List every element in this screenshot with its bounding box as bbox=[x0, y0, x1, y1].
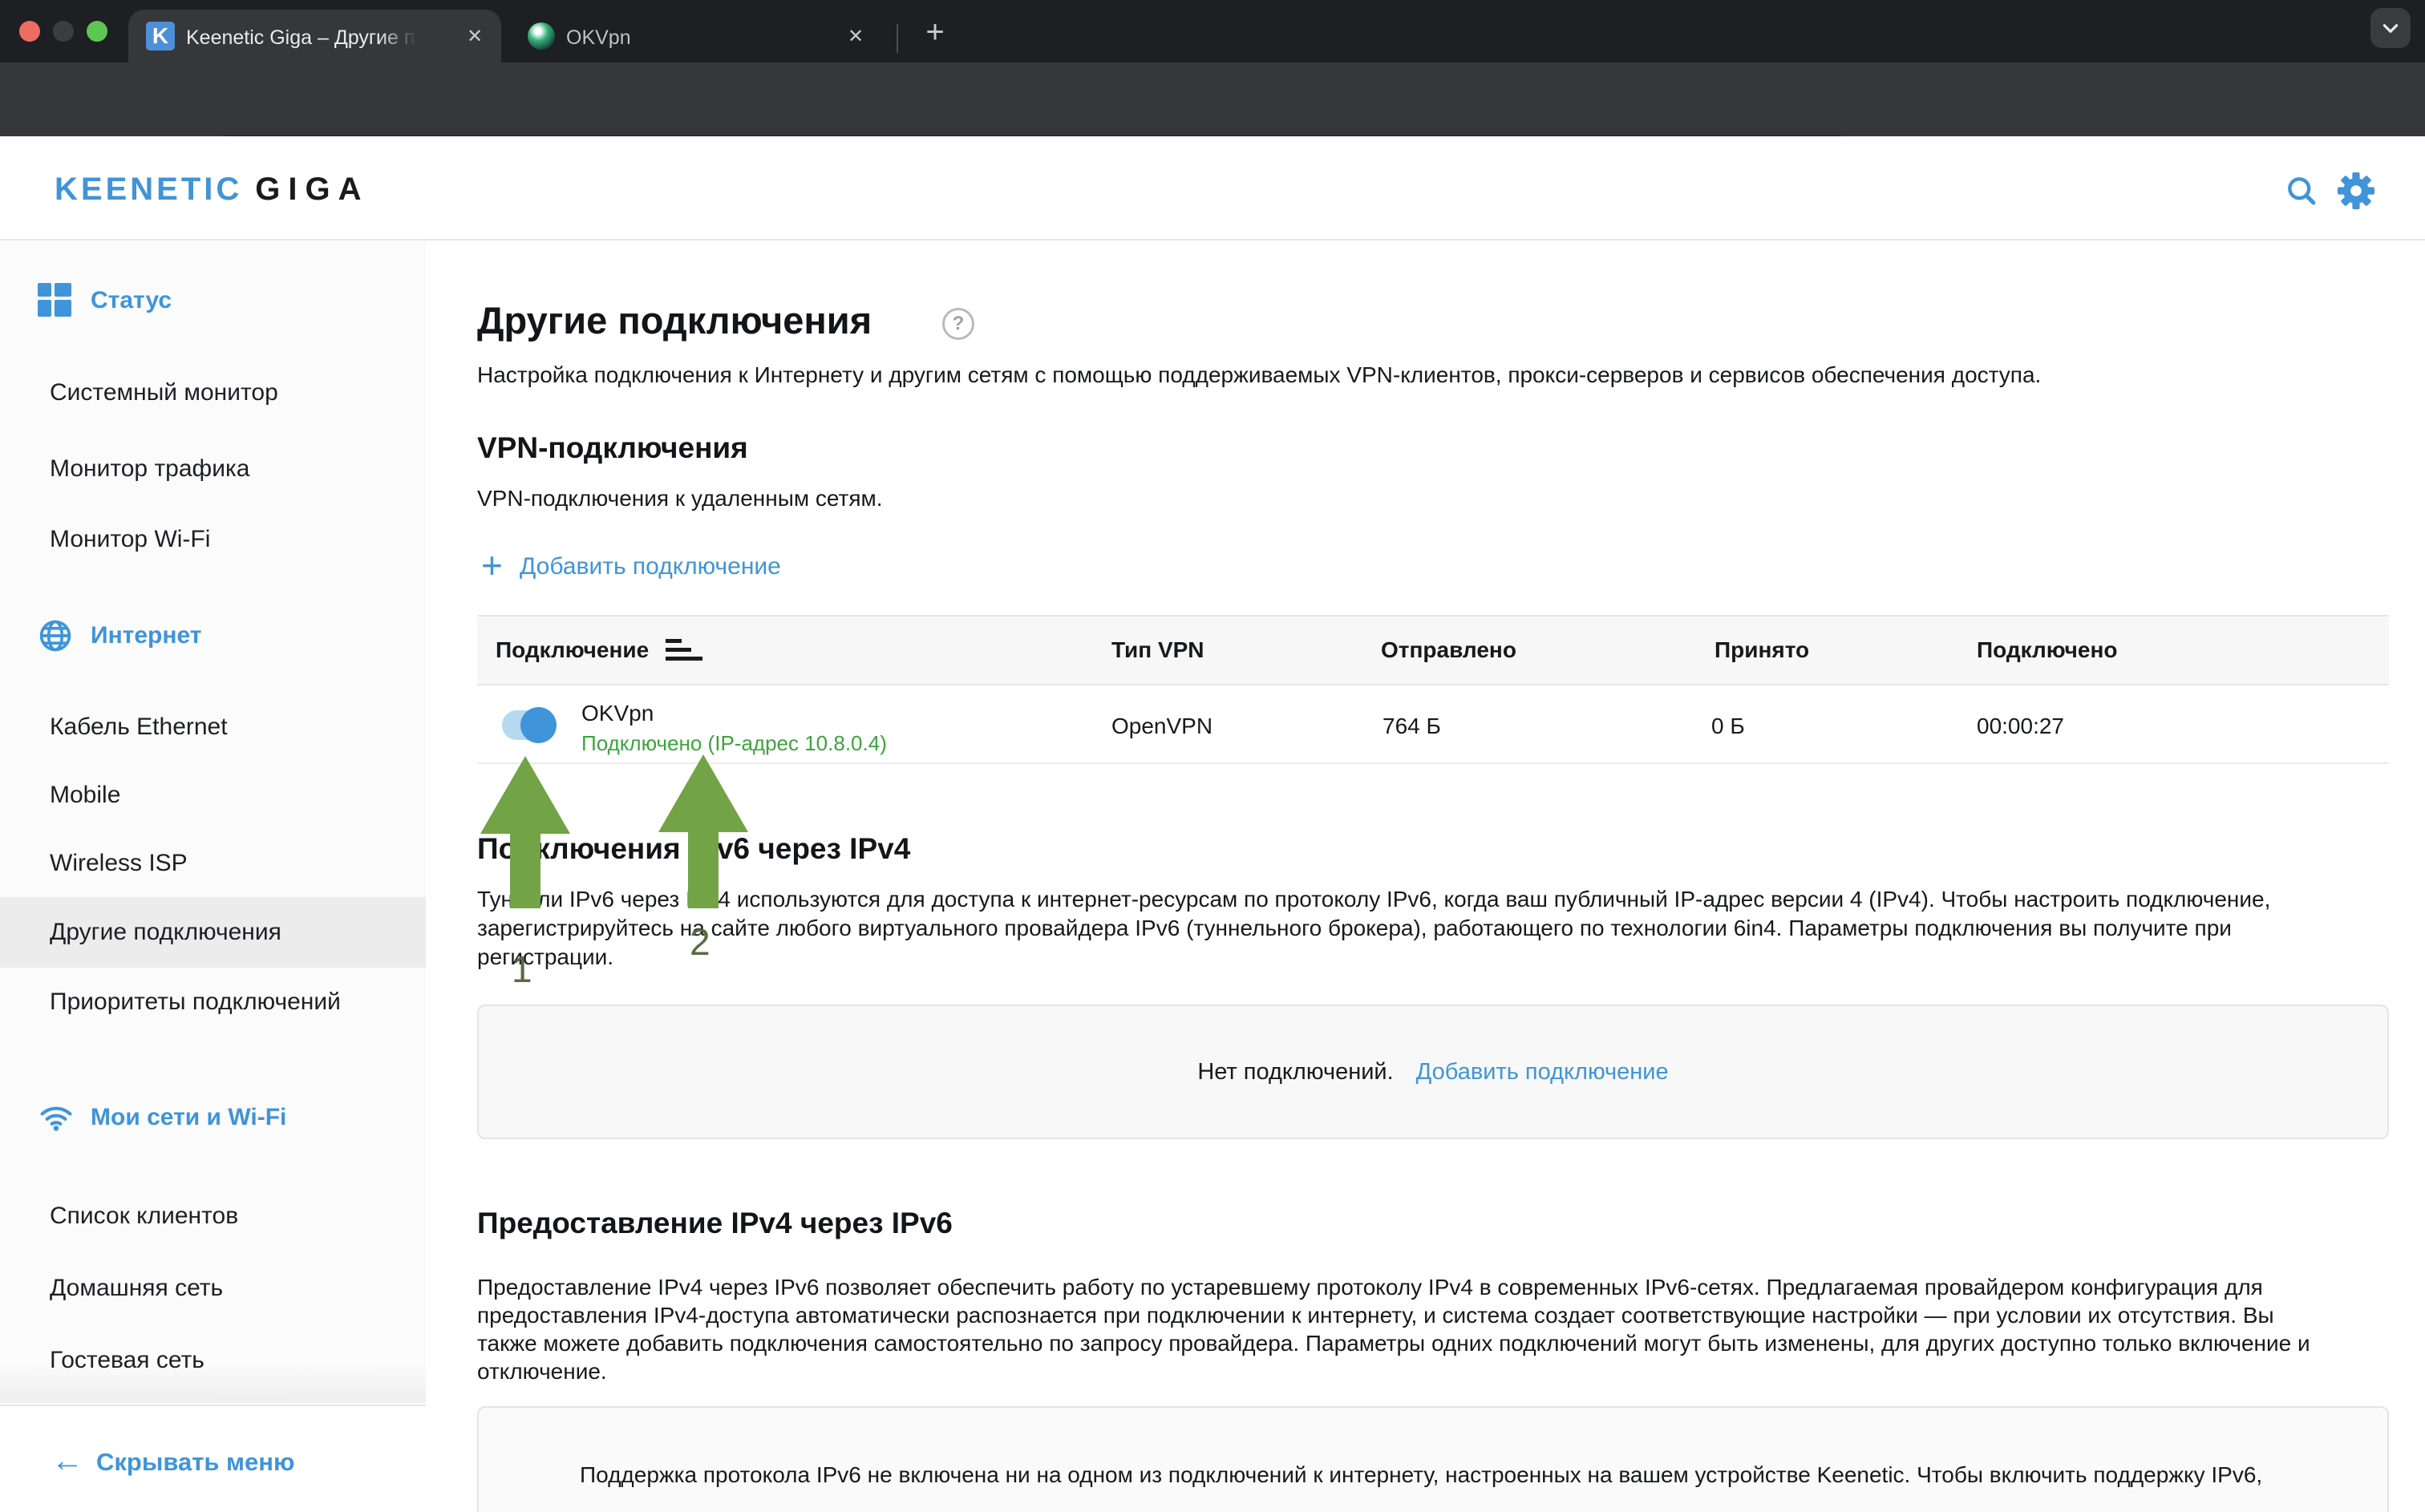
tab-divider bbox=[897, 24, 898, 53]
close-tab-icon[interactable]: ✕ bbox=[844, 24, 868, 48]
column-header-received: Принято bbox=[1715, 637, 1809, 663]
vpn-section-title: VPN-подключения bbox=[477, 431, 748, 465]
empty-state-text: Нет подключений. bbox=[1197, 1059, 1393, 1085]
sidebar-item-connection-priorities[interactable]: Приоритеты подключений bbox=[0, 967, 426, 1037]
annotation-arrow-1 bbox=[480, 756, 570, 834]
received-cell: 0 Б bbox=[1711, 714, 1745, 739]
settings-button[interactable] bbox=[2335, 170, 2377, 212]
sidebar-fade bbox=[0, 1364, 426, 1403]
column-header-vpn-type: Тип VPN bbox=[1111, 637, 1204, 663]
logo-brand: KEENETIC bbox=[55, 172, 242, 207]
toggle-knob bbox=[520, 707, 557, 743]
page-intro: Настройка подключения к Интернету и друг… bbox=[477, 361, 2370, 390]
hide-menu-button[interactable]: ← Скрывать меню bbox=[0, 1405, 426, 1512]
tab-title: OKVpn bbox=[566, 26, 807, 50]
ipv4-section-title: Предоставление IPv4 через IPv6 bbox=[477, 1207, 953, 1240]
add-connection-link[interactable]: Добавить подключение bbox=[520, 553, 781, 580]
ipv4-section-description: Предоставление IPv4 через IPv6 позволяет… bbox=[477, 1273, 2322, 1385]
sidebar-group-label: Мои сети и Wi-Fi bbox=[91, 1104, 286, 1131]
sidebar-group-label: Статус bbox=[91, 287, 172, 314]
sent-cell: 764 Б bbox=[1383, 714, 1441, 739]
tab-search-button[interactable] bbox=[2370, 8, 2411, 48]
chevron-down-icon bbox=[2380, 18, 2401, 38]
vpn-enabled-toggle[interactable] bbox=[502, 710, 555, 740]
browser-tab-strip: K Keenetic Giga – Другие подк ✕ OKVpn ✕ … bbox=[0, 0, 2425, 63]
keenetic-favicon: K bbox=[146, 22, 175, 51]
sidebar-item-other-connections[interactable]: Другие подключения bbox=[0, 897, 426, 968]
screen: K Keenetic Giga – Другие подк ✕ OKVpn ✕ … bbox=[0, 0, 2425, 1512]
keenetic-logo: KEENETIC GIGA bbox=[55, 172, 369, 208]
okvpn-favicon bbox=[528, 22, 555, 50]
ipv6-notice-text: Поддержка протокола IPv6 не включена ни … bbox=[580, 1461, 2312, 1490]
tab-title-fade bbox=[379, 22, 427, 53]
sidebar-item-home-network[interactable]: Домашняя сеть bbox=[0, 1253, 426, 1324]
sidebar-item-wireless-isp[interactable]: Wireless ISP bbox=[0, 828, 426, 899]
search-button[interactable] bbox=[2281, 170, 2322, 212]
page-title: Другие подключения bbox=[477, 298, 872, 342]
ipv6-notice-box: Поддержка протокола IPv6 не включена ни … bbox=[477, 1406, 2389, 1512]
sidebar-item-client-list[interactable]: Список клиентов bbox=[0, 1181, 426, 1251]
column-header-connected: Подключено bbox=[1977, 637, 2117, 663]
window-close-button[interactable] bbox=[19, 21, 40, 42]
sidebar: Статус Системный монитор Монитор трафика… bbox=[0, 241, 426, 1512]
sidebar-item-mobile[interactable]: Mobile bbox=[0, 760, 426, 831]
help-icon[interactable]: ? bbox=[942, 308, 974, 340]
vpn-section-description: VPN-подключения к удаленным сетям. bbox=[477, 484, 2370, 513]
connected-time-cell: 00:00:27 bbox=[1977, 714, 2064, 739]
sidebar-group-label: Интернет bbox=[91, 622, 202, 649]
connection-status: Подключено (IP-адрес 10.8.0.4) bbox=[581, 731, 887, 756]
annotation-arrow-2-shaft bbox=[688, 829, 719, 908]
wifi-icon bbox=[38, 1100, 73, 1135]
browser-toolbar: ← → ⚠ Not Secure 192.168.1.1/otherConnec… bbox=[0, 63, 2425, 136]
window-zoom-button[interactable] bbox=[87, 21, 107, 42]
close-tab-icon[interactable]: ✕ bbox=[463, 24, 487, 48]
annotation-label-1: 1 bbox=[512, 948, 532, 991]
vpn-type-cell: OpenVPN bbox=[1111, 714, 1212, 739]
column-header-connection: Подключение bbox=[496, 637, 649, 663]
gear-icon bbox=[2337, 172, 2375, 210]
sidebar-item-traffic-monitor[interactable]: Монитор трафика bbox=[0, 434, 426, 504]
annotation-label-2: 2 bbox=[690, 920, 710, 964]
arrow-left-icon: ← bbox=[51, 1445, 83, 1477]
dashboard-icon bbox=[38, 283, 73, 318]
connection-name[interactable]: OKVpn bbox=[581, 701, 654, 726]
new-tab-button[interactable]: + bbox=[916, 13, 954, 51]
sort-icon[interactable] bbox=[666, 639, 702, 661]
hide-menu-label: Скрывать меню bbox=[96, 1448, 294, 1477]
sidebar-group-status[interactable]: Статус bbox=[0, 265, 426, 336]
plus-icon: + bbox=[481, 544, 503, 587]
sidebar-item-wifi-monitor[interactable]: Монитор Wi-Fi bbox=[0, 504, 426, 575]
search-icon bbox=[2284, 173, 2319, 208]
tab-keenetic[interactable]: K Keenetic Giga – Другие подк ✕ bbox=[128, 10, 501, 63]
logo-model: GIGA bbox=[255, 172, 369, 207]
window-minimize-button[interactable] bbox=[53, 21, 74, 42]
sidebar-group-internet[interactable]: Интернет bbox=[0, 600, 426, 671]
sidebar-item-system-monitor[interactable]: Системный монитор bbox=[0, 358, 426, 428]
globe-icon bbox=[38, 618, 73, 653]
add-connection-link[interactable]: Добавить подключение bbox=[1416, 1059, 1669, 1085]
annotation-arrow-2 bbox=[658, 754, 748, 832]
ipv6-section-description: Туннели IPv6 через IPv4 используются для… bbox=[477, 885, 2322, 972]
annotation-arrow-1-shaft bbox=[510, 831, 540, 908]
ipv6-empty-state: Нет подключений. Добавить подключение bbox=[477, 1005, 2389, 1139]
sidebar-item-ethernet[interactable]: Кабель Ethernet bbox=[0, 692, 426, 762]
table-row-border bbox=[477, 762, 2389, 764]
sidebar-group-my-networks[interactable]: Мои сети и Wi-Fi bbox=[0, 1082, 426, 1153]
app-header: KEENETIC GIGA bbox=[0, 136, 2425, 241]
tab-okvpn[interactable]: OKVpn ✕ bbox=[513, 10, 882, 63]
column-header-sent: Отправлено bbox=[1381, 637, 1516, 663]
